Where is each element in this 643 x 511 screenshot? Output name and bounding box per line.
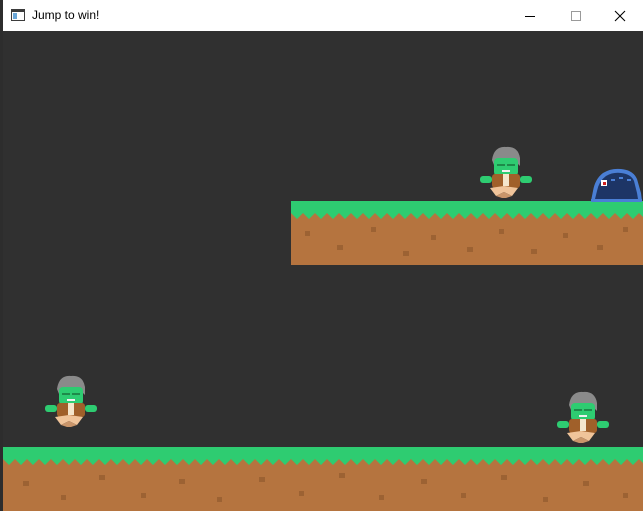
close-icon — [614, 10, 626, 21]
platform-upper — [291, 201, 643, 265]
game-canvas[interactable] — [3, 31, 643, 511]
maximize-button[interactable] — [553, 0, 599, 31]
title-bar[interactable]: Jump to win! — [3, 0, 643, 31]
window-app-icon — [11, 9, 25, 21]
platform-ground — [3, 447, 643, 511]
maximize-icon — [571, 10, 581, 21]
window-title: Jump to win! — [32, 8, 100, 22]
game-window: Jump to win! — [3, 0, 643, 511]
close-button[interactable] — [597, 0, 643, 31]
player-character-upper — [480, 146, 532, 198]
minimize-icon — [525, 15, 535, 17]
player-character-left — [45, 375, 97, 427]
player-character-right — [557, 391, 609, 443]
minimize-button[interactable] — [507, 0, 553, 31]
slime-enemy — [591, 168, 642, 202]
